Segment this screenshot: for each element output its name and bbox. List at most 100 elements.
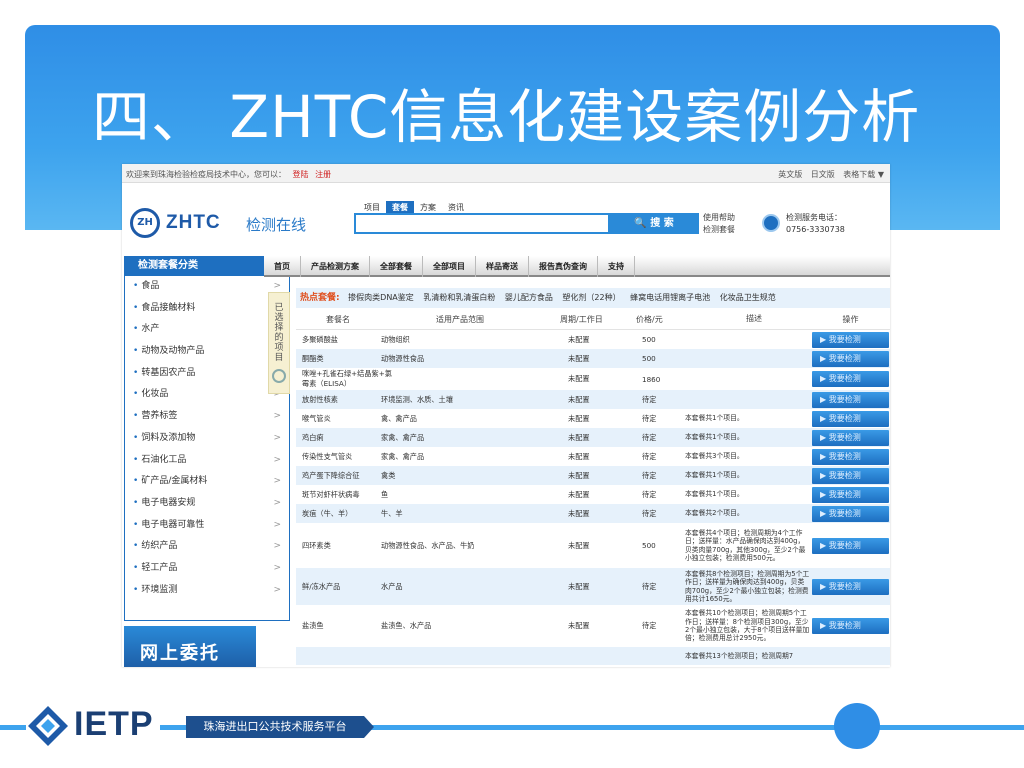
cell-action: ▶ 我要检测 [811, 428, 890, 447]
sidebar-item-label: 水产 [141, 324, 160, 335]
sidebar-item-label: 饲料及添加物 [141, 432, 196, 443]
request-test-button[interactable]: ▶ 我要检测 [812, 429, 889, 446]
selected-items-label: 已选择的项目 [274, 303, 284, 363]
table-row: 本套餐共13个检测项目；检测周期7 [296, 647, 890, 665]
sidebar-item-environment[interactable]: • 环境监测 > [125, 580, 289, 602]
bullet-icon: • [133, 541, 139, 552]
sidebar-item-feed[interactable]: • 饲料及添加物 > [125, 428, 289, 450]
sidebar-item-label: 营养标签 [141, 411, 178, 422]
hot-tag[interactable]: 掺假肉类DNA鉴定 [348, 293, 414, 302]
sidebar-item-label: 动物及动物产品 [141, 346, 205, 357]
cell-price: 待定 [642, 432, 657, 442]
request-test-button[interactable]: ▶ 我要检测 [812, 505, 889, 522]
selected-items-panel[interactable]: 已选择的项目 [268, 292, 290, 394]
request-test-button[interactable]: ▶ 我要检测 [812, 467, 889, 484]
sidebar-item-minerals[interactable]: • 矿产品/金属材料 > [125, 471, 289, 493]
site-logo[interactable]: ZH ZHTC 检测在线 [128, 206, 313, 240]
cell-name: 炭疽（牛、羊） [302, 508, 353, 518]
request-test-button[interactable]: ▶ 我要检测 [812, 410, 889, 427]
hot-tag[interactable]: 乳清粉和乳清蛋白粉 [423, 293, 495, 302]
refresh-icon[interactable] [272, 369, 286, 383]
nav-report-verify[interactable]: 报告真伪查询 [529, 256, 598, 277]
chevron-right-icon: > [273, 497, 281, 508]
cell-price: 待定 [642, 621, 657, 630]
hot-tag[interactable]: 塑化剂（22种） [562, 293, 620, 302]
sidebar-item-electrical-safety[interactable]: • 电子电器安规 > [125, 493, 289, 515]
sidebar-item-aquatic[interactable]: •水产> [125, 319, 289, 341]
nav-product-plans[interactable]: 产品检测方案 [301, 256, 370, 277]
cell-desc [685, 390, 811, 409]
hot-tag[interactable]: 婴儿配方食品 [505, 293, 553, 302]
table-row: 放射性核素 环境监测、水质、土壤 未配置 待定 ▶ 我要检测 [296, 390, 890, 409]
cell-range: 禽、禽产品 [381, 413, 417, 423]
online-commission-banner[interactable]: 网上委托 [124, 626, 256, 667]
cell-action: ▶ 我要检测 [811, 485, 890, 504]
footer-platform-arrow [364, 716, 374, 738]
login-link[interactable]: 登陆 [293, 170, 309, 179]
cell-action: ▶ 我要检测 [811, 447, 890, 466]
test-package-link[interactable]: 检测套餐 [703, 224, 735, 236]
nav-support[interactable]: 支持 [598, 256, 635, 277]
hot-tag[interactable]: 蜂窝电话用锂离子电池 [630, 293, 710, 302]
cell-range: 水产品 [381, 581, 403, 591]
sidebar-item-light-industry[interactable]: • 轻工产品 > [125, 558, 289, 580]
cell-range: 环境监测、水质、土壤 [381, 394, 453, 404]
request-test-button[interactable]: ▶ 我要检测 [812, 371, 889, 387]
phone-icon [762, 214, 780, 232]
usage-help-link[interactable]: 使用帮助 [703, 212, 735, 224]
request-test-button[interactable]: ▶ 我要检测 [812, 391, 889, 408]
bullet-icon: • [133, 411, 139, 422]
search-button[interactable]: 🔍 搜 索 [609, 213, 699, 234]
sidebar-item-nutrition[interactable]: • 营养标签 > [125, 406, 289, 428]
table-row: 鸡产蛋下降综合征 禽类 未配置 待定 本套餐共1个项目。 ▶ 我要检测 [296, 466, 890, 485]
table-row: 咪唑+孔雀石绿+结晶紫+氯霉素（ELISA） 未配置 1860 ▶ 我要检测 [296, 368, 890, 390]
hotline-label: 检测服务电话： [786, 213, 842, 222]
sidebar-item-animal[interactable]: •动物及动物产品> [125, 341, 289, 363]
sidebar-item-food[interactable]: • 食品 > [125, 276, 289, 298]
request-test-button[interactable]: ▶ 我要检测 [812, 578, 889, 595]
nav-home[interactable]: 首页 [264, 256, 301, 277]
cell-cycle: 未配置 [568, 353, 590, 363]
cell-range: 盐渍鱼、水产品 [381, 621, 432, 630]
nav-all-projects[interactable]: 全部项目 [423, 256, 476, 277]
request-test-button[interactable]: ▶ 我要检测 [812, 350, 889, 367]
cell-desc: 本套餐共3个项目。 [685, 452, 744, 461]
japanese-version-link[interactable]: 日文版 [811, 170, 835, 179]
sidebar-item-gmo[interactable]: •转基因农产品> [125, 363, 289, 385]
cell-desc: 本套餐共13个检测项目；检测周期7 [685, 651, 794, 660]
table-row: 喉气管炎 禽、禽产品 未配置 待定 本套餐共1个项目。 ▶ 我要检测 [296, 409, 890, 428]
cell-name: 多聚磷酸盐 [302, 334, 338, 344]
register-link[interactable]: 注册 [315, 170, 331, 179]
chevron-right-icon: > [273, 454, 281, 465]
cell-price: 500 [642, 335, 656, 344]
request-test-button[interactable]: ▶ 我要检测 [812, 537, 889, 554]
request-test-button[interactable]: ▶ 我要检测 [812, 448, 889, 465]
request-test-button[interactable]: ▶ 我要检测 [812, 486, 889, 503]
cell-name: 鸡产蛋下降综合征 [302, 470, 360, 480]
sidebar-item-cosmetics[interactable]: • 化妆品 > [125, 384, 289, 406]
sidebar-item-textiles[interactable]: • 纺织产品 > [125, 536, 289, 558]
request-test-button[interactable]: ▶ 我要检测 [812, 331, 889, 348]
table-row: 传染性支气管炎 家禽、禽产品 未配置 待定 本套餐共3个项目。 ▶ 我要检测 [296, 447, 890, 466]
col-header-price: 价格/元 [636, 315, 663, 324]
bullet-icon: • [133, 584, 139, 595]
nav-all-packages[interactable]: 全部套餐 [370, 256, 423, 277]
sidebar-item-electrical-reliability[interactable]: • 电子电器可靠性 > [125, 515, 289, 537]
cell-name: 盐渍鱼 [302, 621, 324, 630]
top-utility-bar: 欢迎来到珠海检验检疫局技术中心，您可以： 登陆 注册 英文版 日文版 表格下载 … [122, 164, 890, 183]
nav-sample-delivery[interactable]: 样品寄送 [476, 256, 529, 277]
request-test-button[interactable]: ▶ 我要检测 [812, 618, 889, 634]
table-row: 鸡白痢 家禽、禽产品 未配置 待定 本套餐共1个项目。 ▶ 我要检测 [296, 428, 890, 447]
chevron-right-icon: > [273, 562, 281, 573]
english-version-link[interactable]: 英文版 [778, 170, 802, 179]
search-input[interactable] [354, 213, 610, 234]
form-download-link[interactable]: 表格下载 ▼ [843, 170, 884, 179]
sidebar-item-petrochemical[interactable]: • 石油化工品 > [125, 450, 289, 472]
cell-name: 酮酯类 [302, 353, 324, 363]
cell-action: ▶ 我要检测 [811, 504, 890, 523]
sidebar-item-food-contact[interactable]: •食品接触材料> [125, 298, 289, 320]
cell-range [381, 647, 556, 665]
cell-cycle: 未配置 [568, 508, 590, 518]
hot-tag[interactable]: 化妆品卫生规范 [720, 293, 776, 302]
cell-range: 鱼 [381, 489, 389, 499]
